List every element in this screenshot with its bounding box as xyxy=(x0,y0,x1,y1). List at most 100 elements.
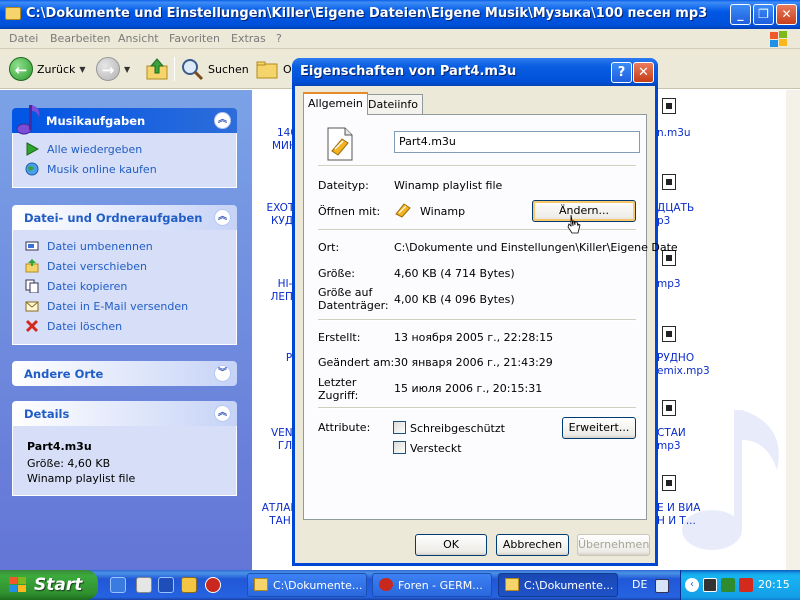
ok-button[interactable]: OK xyxy=(415,534,487,556)
details-panel: Details ︽ Part4.m3u Größe: 4,60 KB Winam… xyxy=(12,401,237,496)
task-delete[interactable]: Datei löschen xyxy=(25,316,226,336)
folders-button[interactable]: Or xyxy=(255,55,296,83)
menu-view[interactable]: Ansicht xyxy=(118,32,159,45)
menu-edit[interactable]: Bearbeiten xyxy=(50,32,110,45)
menu-tools[interactable]: Extras xyxy=(231,32,266,45)
network-icon[interactable] xyxy=(703,578,717,592)
rename-icon xyxy=(25,239,39,253)
change-button[interactable]: Ändern... xyxy=(532,200,636,222)
accessed-value: 15 июля 2006 г., 20:15:31 xyxy=(394,382,543,395)
size-label: Größe: xyxy=(318,267,355,280)
file-tasks-panel: Datei- und Ordneraufgaben ︽ Datei umbene… xyxy=(12,205,237,345)
explorer-title-bar[interactable]: C:\Dokumente und Einstellungen\Killer\Ei… xyxy=(0,0,800,29)
help-button[interactable]: ? xyxy=(611,62,632,83)
dialog-title: Eigenschaften von Part4.m3u xyxy=(300,64,517,79)
file-icon xyxy=(662,174,676,190)
opera-quicklaunch-icon[interactable] xyxy=(205,577,221,593)
back-arrow-icon: ← xyxy=(9,57,33,81)
music-watermark-icon xyxy=(682,410,779,550)
tab-file-info[interactable]: Dateiinfo xyxy=(363,94,423,114)
ati-icon[interactable] xyxy=(739,578,753,592)
file-icon xyxy=(662,326,676,342)
menu-favorites[interactable]: Favoriten xyxy=(169,32,220,45)
dialog-title-bar[interactable]: Eigenschaften von Part4.m3u ? ✕ xyxy=(292,58,658,86)
expand-chevron-icon[interactable]: ︾ xyxy=(214,365,231,382)
ie-quicklaunch-icon[interactable] xyxy=(110,577,126,593)
dialog-body: Allgemein Dateiinfo Part4.m3u Dateityp: … xyxy=(295,86,678,563)
folder-icon xyxy=(505,578,519,591)
clock: 20:15 xyxy=(758,578,790,591)
task-rename[interactable]: Datei umbenennen xyxy=(25,236,226,256)
other-places-header[interactable]: Andere Orte ︾ xyxy=(12,361,237,386)
attributes-label: Attribute: xyxy=(318,421,371,434)
collapse-chevron-icon[interactable]: ︽ xyxy=(214,405,231,422)
music-note-icon xyxy=(16,105,40,135)
close-button[interactable]: ✕ xyxy=(776,4,797,25)
menu-file[interactable]: Datei xyxy=(9,32,38,45)
modified-value: 30 января 2006 г., 21:43:29 xyxy=(394,356,553,369)
language-indicator[interactable]: DE xyxy=(632,578,647,591)
file-item[interactable]: РУДНО emix.mp3 xyxy=(657,352,710,378)
vertical-scrollbar[interactable] xyxy=(786,90,800,570)
file-item[interactable]: ДЦАТЬ p3 xyxy=(657,202,694,228)
back-button[interactable]: ← Zurück ▼ xyxy=(9,55,86,83)
folders-icon xyxy=(256,61,278,79)
file-item[interactable]: mp3 xyxy=(657,278,681,291)
task-play-all[interactable]: Alle wiedergeben xyxy=(25,139,226,159)
size-value: 4,60 KB (4 714 Bytes) xyxy=(394,267,515,280)
filename-field[interactable]: Part4.m3u xyxy=(394,131,640,153)
other-places-panel: Andere Orte ︾ xyxy=(12,361,237,386)
desktop-quicklaunch-icon[interactable] xyxy=(136,577,152,593)
separator xyxy=(318,407,636,409)
taskbar-button-explorer[interactable]: C:\Dokumente... xyxy=(247,573,367,597)
file-type-label: Dateityp: xyxy=(318,179,369,192)
task-copy[interactable]: Datei kopieren xyxy=(25,276,226,296)
details-size: Größe: 4,60 KB xyxy=(27,457,111,470)
music-tasks-header[interactable]: Musikaufgaben ︽ xyxy=(12,105,237,135)
back-dropdown-icon[interactable]: ▼ xyxy=(79,65,85,74)
playlist-file-icon xyxy=(327,127,353,161)
maximize-button[interactable]: ❐ xyxy=(753,4,774,25)
search-button[interactable]: Suchen xyxy=(180,55,249,83)
show-hidden-icons-icon[interactable]: ‹ xyxy=(685,578,699,592)
explorer-title: C:\Dokumente und Einstellungen\Killer\Ei… xyxy=(26,6,708,21)
menu-help[interactable]: ? xyxy=(276,32,282,45)
advanced-button[interactable]: Erweitert... xyxy=(562,417,636,439)
task-delete-label: Datei löschen xyxy=(47,319,123,333)
forward-dropdown-icon[interactable]: ▼ xyxy=(124,65,130,74)
start-button[interactable]: Start xyxy=(0,570,98,600)
folder-icon xyxy=(5,7,21,20)
globe-icon xyxy=(25,162,39,176)
hidden-checkbox[interactable] xyxy=(393,441,406,454)
menu-bar: Datei Bearbeiten Ansicht Favoriten Extra… xyxy=(0,29,800,49)
email-icon xyxy=(25,299,39,313)
details-header[interactable]: Details ︽ xyxy=(12,401,237,426)
taskbar-button-explorer-active[interactable]: C:\Dokumente... xyxy=(498,573,618,597)
task-move[interactable]: Datei verschieben xyxy=(25,256,226,276)
dialog-close-button[interactable]: ✕ xyxy=(633,62,654,83)
details-type: Winamp playlist file xyxy=(27,472,136,485)
task-buy-music[interactable]: Musik online kaufen xyxy=(25,159,226,179)
app-quicklaunch-icon[interactable] xyxy=(181,577,197,593)
minimize-button[interactable]: _ xyxy=(730,4,751,25)
apply-button[interactable]: Übernehmen xyxy=(577,534,650,556)
taskbar-button-browser[interactable]: Foren - GERM... xyxy=(372,573,492,597)
keyboard-icon[interactable] xyxy=(655,579,669,593)
collapse-chevron-icon[interactable]: ︽ xyxy=(214,209,231,226)
collapse-chevron-icon[interactable]: ︽ xyxy=(214,112,231,129)
task-pane: Musikaufgaben ︽ Alle wiedergeben Musik o… xyxy=(0,90,252,570)
location-value: C:\Dokumente und Einstellungen\Killer\Ei… xyxy=(394,241,678,254)
file-tasks-header[interactable]: Datei- und Ordneraufgaben ︽ xyxy=(12,205,237,230)
readonly-checkbox[interactable] xyxy=(393,421,406,434)
created-label: Erstellt: xyxy=(318,331,361,344)
file-tasks-title: Datei- und Ordneraufgaben xyxy=(24,211,203,225)
file-item[interactable]: n.m3u xyxy=(657,127,691,140)
antivirus-icon[interactable] xyxy=(721,578,735,592)
media-quicklaunch-icon[interactable] xyxy=(158,577,174,593)
cancel-button[interactable]: Abbrechen xyxy=(496,534,569,556)
task-email[interactable]: Datei in E-Mail versenden xyxy=(25,296,226,316)
up-folder-button[interactable] xyxy=(145,55,169,83)
location-label: Ort: xyxy=(318,241,340,254)
forward-button[interactable]: → ▼ xyxy=(96,55,130,83)
tab-general[interactable]: Allgemein xyxy=(303,92,368,115)
